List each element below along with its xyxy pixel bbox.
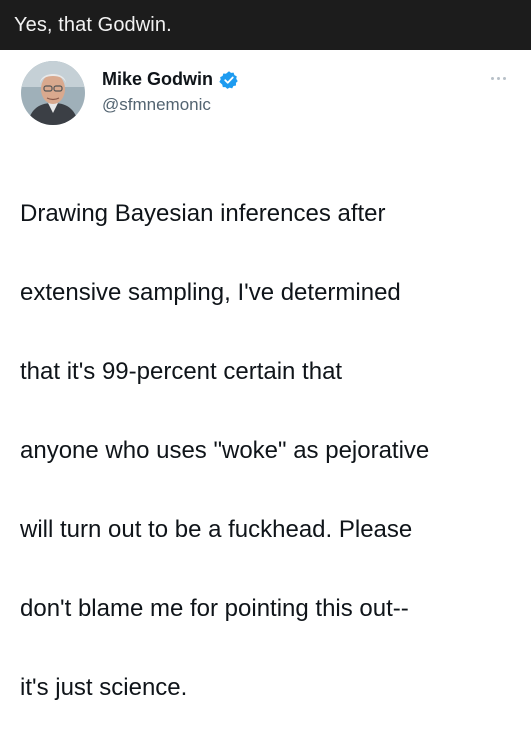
tweet-text-line: don't blame me for pointing this out-- [20,594,409,622]
caption-text: Yes, that Godwin. [14,13,172,36]
tweet-card: Mike Godwin @sfmnemonic Drawing Bayesian… [0,50,531,701]
tweet-text-line: that it's 99-percent certain that [20,357,343,385]
verified-badge-icon [219,70,239,90]
top-caption-bar: Yes, that Godwin. [0,0,531,50]
author-block: Mike Godwin @sfmnemonic [102,69,239,115]
tweet-text-line: will turn out to be a fuckhead. Please [20,515,413,543]
tweet-text-line: it's just science. [20,673,188,701]
handle[interactable]: @sfmnemonic [102,95,239,115]
tweet-text: Drawing Bayesian inferences after extens… [20,154,520,747]
tweet-text-line: Drawing Bayesian inferences after [20,199,386,227]
display-name[interactable]: Mike Godwin [102,69,213,90]
avatar-image [21,61,85,125]
more-options-icon[interactable] [491,77,506,80]
avatar[interactable] [21,61,85,125]
tweet-text-line: extensive sampling, I've determined [20,278,401,306]
tweet-text-line: anyone who uses "woke" as pejorative [20,436,430,464]
